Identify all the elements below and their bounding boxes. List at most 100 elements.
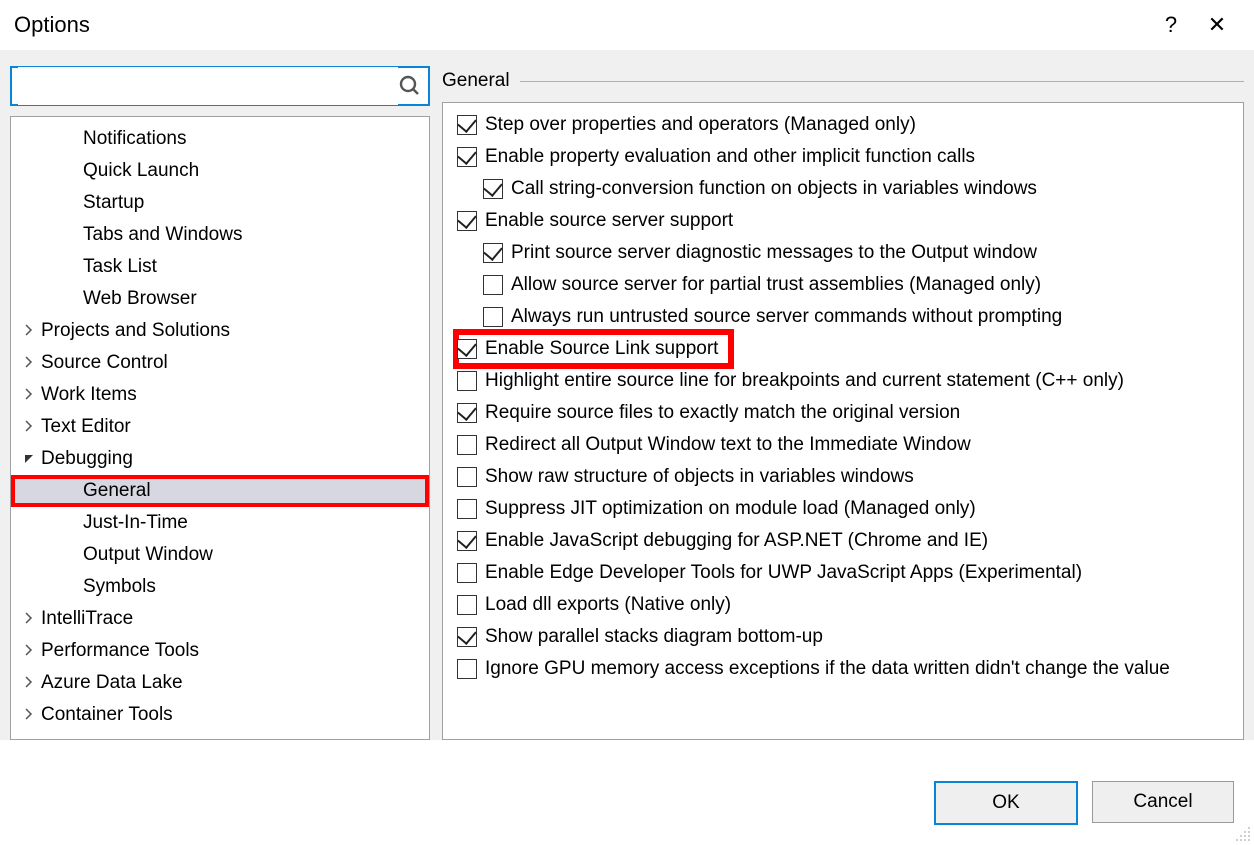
dialog-title: Options [14, 12, 90, 38]
checkbox[interactable] [457, 595, 477, 615]
option-row[interactable]: Enable JavaScript debugging for ASP.NET … [457, 525, 1237, 557]
option-row[interactable]: Redirect all Output Window text to the I… [457, 429, 1237, 461]
search-icon [398, 74, 422, 98]
options-list-container: Step over properties and operators (Mana… [442, 102, 1244, 740]
option-row[interactable]: Enable Source Link support [457, 333, 730, 365]
option-row[interactable]: Allow source server for partial trust as… [457, 269, 1237, 301]
tree-item[interactable]: Output Window [11, 539, 429, 571]
chevron-right-icon[interactable] [23, 644, 37, 658]
checkbox[interactable] [457, 563, 477, 583]
option-row[interactable]: Enable Edge Developer Tools for UWP Java… [457, 557, 1237, 589]
tree-item[interactable]: Source Control [11, 347, 429, 379]
tree-item[interactable]: Just-In-Time [11, 507, 429, 539]
checkbox[interactable] [457, 211, 477, 231]
tree-item[interactable]: Task List [11, 251, 429, 283]
group-header: General [442, 66, 1244, 96]
tree-item[interactable]: Notifications [11, 123, 429, 155]
chevron-down-icon[interactable] [23, 452, 37, 466]
dialog-footer: OK Cancel [934, 781, 1234, 825]
tree-item[interactable]: IntelliTrace [11, 603, 429, 635]
tree-item-label: Source Control [41, 352, 168, 374]
option-row[interactable]: Load dll exports (Native only) [457, 589, 1237, 621]
option-row[interactable]: Suppress JIT optimization on module load… [457, 493, 1237, 525]
ok-button[interactable]: OK [934, 781, 1078, 825]
help-button[interactable]: ? [1148, 2, 1194, 48]
checkbox[interactable] [457, 115, 477, 135]
tree-item[interactable]: Debugging [11, 443, 429, 475]
tree-item[interactable]: Azure Data Lake [11, 667, 429, 699]
checkbox[interactable] [457, 371, 477, 391]
checkbox[interactable] [457, 339, 477, 359]
tree-item[interactable]: Symbols [11, 571, 429, 603]
tree-item[interactable]: Text Editor [11, 411, 429, 443]
tree-item-label: Work Items [41, 384, 137, 406]
checkbox[interactable] [483, 307, 503, 327]
checkbox[interactable] [457, 531, 477, 551]
checkbox[interactable] [483, 243, 503, 263]
resize-grip-icon[interactable] [1236, 827, 1252, 843]
option-label: Call string-conversion function on objec… [511, 178, 1037, 200]
tree-item-label: Debugging [41, 448, 133, 470]
checkbox[interactable] [457, 147, 477, 167]
option-label: Enable property evaluation and other imp… [485, 146, 975, 168]
tree-item-label: Quick Launch [83, 160, 199, 182]
option-row[interactable]: Ignore GPU memory access exceptions if t… [457, 653, 1237, 685]
option-row[interactable]: Step over properties and operators (Mana… [457, 109, 1237, 141]
tree-spacer [65, 196, 79, 210]
option-label: Show parallel stacks diagram bottom-up [485, 626, 823, 648]
option-row[interactable]: Show raw structure of objects in variabl… [457, 461, 1237, 493]
checkbox[interactable] [457, 499, 477, 519]
option-row[interactable]: Enable source server support [457, 205, 1237, 237]
chevron-right-icon[interactable] [23, 388, 37, 402]
tree-item[interactable]: Container Tools [11, 699, 429, 731]
tree-item-label: Projects and Solutions [41, 320, 230, 342]
tree-item[interactable]: Web Browser [11, 283, 429, 315]
chevron-right-icon[interactable] [23, 676, 37, 690]
option-label: Enable JavaScript debugging for ASP.NET … [485, 530, 988, 552]
option-row[interactable]: Show parallel stacks diagram bottom-up [457, 621, 1237, 653]
chevron-right-icon[interactable] [23, 356, 37, 370]
option-row[interactable]: Require source files to exactly match th… [457, 397, 1237, 429]
option-row[interactable]: Call string-conversion function on objec… [457, 173, 1237, 205]
tree-item[interactable]: General [11, 475, 429, 507]
option-label: Load dll exports (Native only) [485, 594, 731, 616]
cancel-button-label: Cancel [1133, 791, 1192, 813]
tree-item[interactable]: Work Items [11, 379, 429, 411]
tree-spacer [65, 516, 79, 530]
options-list[interactable]: Step over properties and operators (Mana… [443, 103, 1243, 739]
tree-item[interactable]: Tabs and Windows [11, 219, 429, 251]
chevron-right-icon[interactable] [23, 420, 37, 434]
checkbox[interactable] [457, 627, 477, 647]
checkbox[interactable] [483, 179, 503, 199]
checkbox[interactable] [457, 467, 477, 487]
chevron-right-icon[interactable] [23, 612, 37, 626]
tree-spacer [65, 228, 79, 242]
option-row[interactable]: Always run untrusted source server comma… [457, 301, 1237, 333]
close-button[interactable]: ✕ [1194, 2, 1240, 48]
chevron-right-icon[interactable] [23, 708, 37, 722]
titlebar: Options ? ✕ [0, 0, 1254, 50]
option-label: Enable source server support [485, 210, 733, 232]
tree-item-label: Output Window [83, 544, 213, 566]
chevron-right-icon[interactable] [23, 324, 37, 338]
search-input[interactable] [18, 67, 398, 105]
cancel-button[interactable]: Cancel [1092, 781, 1234, 823]
option-label: Highlight entire source line for breakpo… [485, 370, 1124, 392]
tree-item[interactable]: Startup [11, 187, 429, 219]
tree-item-label: Performance Tools [41, 640, 199, 662]
tree-item-label: Startup [83, 192, 144, 214]
ok-button-label: OK [992, 792, 1019, 814]
option-label: Enable Source Link support [485, 338, 718, 360]
option-row[interactable]: Highlight entire source line for breakpo… [457, 365, 1237, 397]
tree-item[interactable]: Projects and Solutions [11, 315, 429, 347]
option-row[interactable]: Enable property evaluation and other imp… [457, 141, 1237, 173]
tree-item[interactable]: Quick Launch [11, 155, 429, 187]
search-box[interactable] [10, 66, 430, 106]
option-row[interactable]: Print source server diagnostic messages … [457, 237, 1237, 269]
checkbox[interactable] [483, 275, 503, 295]
tree-item[interactable]: Performance Tools [11, 635, 429, 667]
category-tree[interactable]: Notifications Quick Launch Startup Tabs and… [11, 117, 429, 739]
checkbox[interactable] [457, 403, 477, 423]
checkbox[interactable] [457, 435, 477, 455]
checkbox[interactable] [457, 659, 477, 679]
